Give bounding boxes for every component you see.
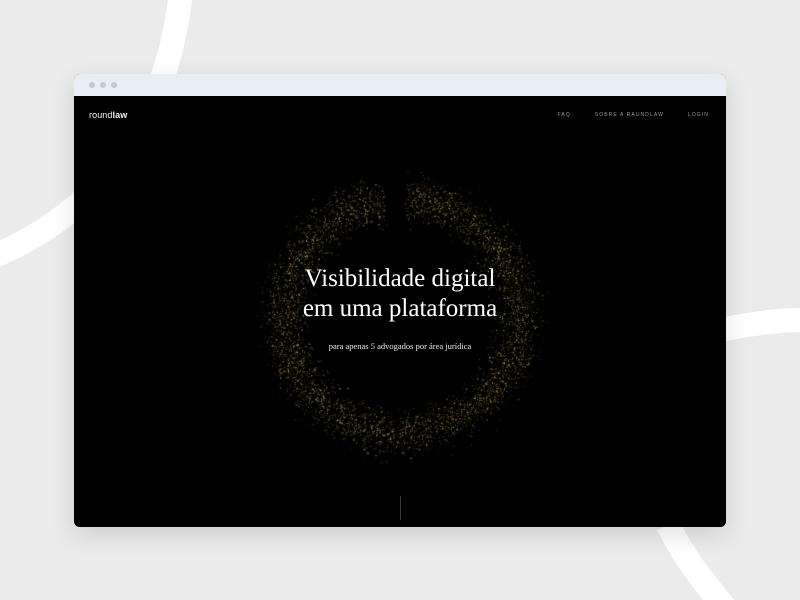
scroll-indicator-line[interactable] bbox=[400, 496, 401, 520]
roundlaw-logo[interactable]: roundlaw bbox=[89, 110, 127, 120]
logo-light-text: round bbox=[89, 110, 113, 120]
site-header: roundlaw FAQ SOBRE A RAUNDLAW LOGIN bbox=[89, 109, 709, 121]
hero-headline-line-2: em uma plataforma bbox=[302, 295, 498, 322]
window-control-dot[interactable] bbox=[89, 82, 95, 88]
hero-subtitle: para apenas 5 advogados por área jurídic… bbox=[328, 341, 472, 351]
hero-section: Visibilidade digital em uma plataforma p… bbox=[74, 264, 726, 351]
hero-headline-line-1: Visibilidade digital bbox=[304, 265, 496, 292]
nav-link-sobre[interactable]: SOBRE A RAUNDLAW bbox=[595, 112, 664, 118]
window-control-dot[interactable] bbox=[111, 82, 117, 88]
nav-link-faq[interactable]: FAQ bbox=[558, 112, 571, 118]
website-viewport: roundlaw FAQ SOBRE A RAUNDLAW LOGIN Visi… bbox=[74, 96, 726, 527]
window-control-dot[interactable] bbox=[100, 82, 106, 88]
presentation-canvas: roundlaw FAQ SOBRE A RAUNDLAW LOGIN Visi… bbox=[0, 0, 800, 600]
browser-title-bar bbox=[74, 74, 726, 96]
browser-window: roundlaw FAQ SOBRE A RAUNDLAW LOGIN Visi… bbox=[74, 74, 726, 527]
nav-link-login[interactable]: LOGIN bbox=[688, 112, 709, 118]
hero-headline: Visibilidade digital em uma plataforma bbox=[74, 264, 726, 324]
main-menu: FAQ SOBRE A RAUNDLAW LOGIN bbox=[558, 112, 709, 118]
logo-bold-text: law bbox=[112, 110, 128, 120]
